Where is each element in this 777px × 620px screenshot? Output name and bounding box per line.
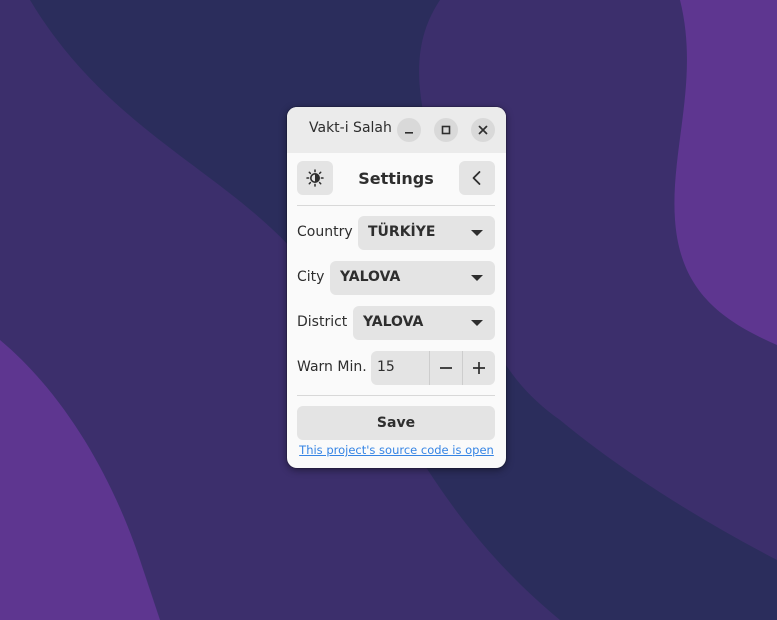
decrement-button[interactable] [429,351,462,385]
plus-icon [473,362,485,374]
header-divider [297,205,495,206]
city-value: YALOVA [340,269,401,285]
page-title: Settings [358,169,434,188]
close-icon [478,125,488,135]
minimize-icon [405,132,413,134]
warn-minutes-spinbutton: 15 [371,351,495,385]
maximize-icon [441,125,451,135]
city-dropdown[interactable]: YALOVA [330,261,495,295]
district-value: YALOVA [363,314,424,330]
app-window: Vakt-i Salah Settings Country TÜRKİYE Ci… [287,107,506,468]
city-label: City [297,269,325,285]
form-divider [297,395,495,396]
increment-button[interactable] [462,351,495,385]
district-dropdown[interactable]: YALOVA [353,306,495,340]
dropdown-arrow-icon [471,275,483,281]
theme-toggle-button[interactable] [297,161,333,195]
desktop: Vakt-i Salah Settings Country TÜRKİYE Ci… [0,0,777,620]
back-button[interactable] [459,161,495,195]
dropdown-arrow-icon [471,230,483,236]
minus-icon [440,367,452,369]
source-code-link[interactable]: This project's source code is open [287,443,506,457]
window-title: Vakt-i Salah [309,120,392,136]
chevron-left-icon [472,171,481,185]
maximize-button[interactable] [434,118,458,142]
district-label: District [297,314,348,330]
country-value: TÜRKİYE [368,224,436,240]
titlebar[interactable]: Vakt-i Salah [287,107,506,153]
close-button[interactable] [471,118,495,142]
country-label: Country [297,224,353,240]
theme-toggle-icon [306,169,324,187]
warn-minutes-input[interactable]: 15 [377,359,395,375]
minimize-button[interactable] [397,118,421,142]
save-button[interactable]: Save [297,406,495,440]
warn-minutes-label: Warn Min. [297,359,367,375]
country-dropdown[interactable]: TÜRKİYE [358,216,495,250]
dropdown-arrow-icon [471,320,483,326]
